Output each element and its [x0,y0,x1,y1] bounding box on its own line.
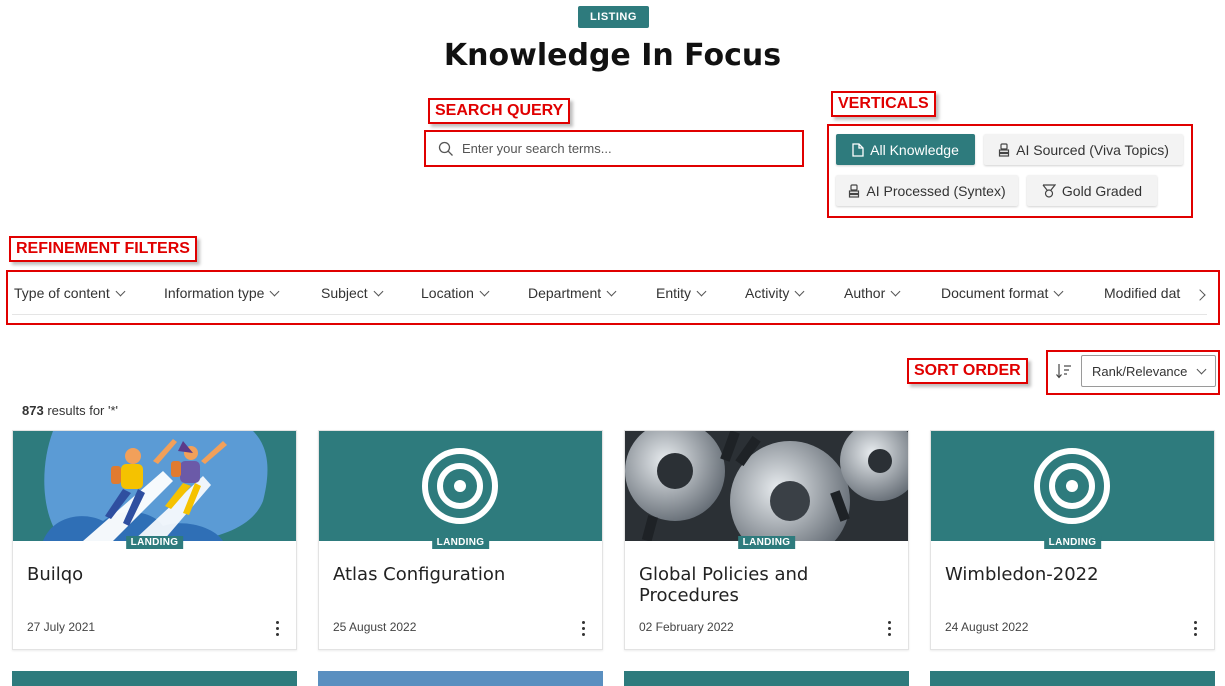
result-card[interactable]: LANDING Wimbledon-2022 24 August 2022 [930,430,1215,650]
people-flying-illustration [13,431,296,541]
document-icon [852,142,864,157]
filter-type-of-content[interactable]: Type of content [14,285,126,301]
annotation-sort-order: SORT ORDER [907,358,1028,384]
search-icon [438,141,453,156]
vertical-label: Gold Graded [1061,182,1143,199]
filter-modified-date[interactable]: Modified dat [1104,285,1180,301]
card-image [319,431,602,541]
card-badge: LANDING [125,536,184,549]
vertical-label: AI Processed (Syntex) [866,182,1006,199]
card-title[interactable]: Wimbledon-2022 [945,564,1099,585]
vertical-label: All Knowledge [870,141,959,158]
filter-entity[interactable]: Entity [656,285,707,301]
sort-dropdown[interactable]: Rank/Relevance [1081,355,1216,387]
listing-badge: LISTING [578,6,649,28]
result-card-partial[interactable] [318,671,603,686]
chevron-down-icon [479,286,490,296]
page-title: Knowledge In Focus [443,38,782,73]
card-title[interactable]: Atlas Configuration [333,564,505,585]
target-icon [931,431,1214,541]
vertical-ai-processed[interactable]: AI Processed (Syntex) [836,175,1018,206]
card-title[interactable]: Global Policies and Procedures [639,564,908,606]
filter-subject[interactable]: Subject [321,285,384,301]
filter-department[interactable]: Department [528,285,617,301]
result-card[interactable]: LANDING Global Policies and Procedures 0… [624,430,909,650]
more-options-icon[interactable] [888,621,892,636]
sort-selected-value: Rank/Relevance [1092,363,1188,379]
results-count: 873 results for '*' [22,403,119,418]
search-input[interactable] [462,141,782,156]
filter-activity[interactable]: Activity [745,285,805,301]
stack-icon [849,183,860,198]
card-title[interactable]: Builqo [27,564,83,585]
target-icon [319,431,602,541]
result-card-partial[interactable] [12,671,297,686]
filter-location[interactable]: Location [421,285,490,301]
card-image [13,431,296,541]
annotation-refinement-filters: REFINEMENT FILTERS [9,236,197,262]
vertical-all-knowledge[interactable]: All Knowledge [836,134,975,165]
sort-direction-button[interactable] [1056,362,1072,380]
card-badge: LANDING [737,536,796,549]
annotation-verticals: VERTICALS [831,91,936,117]
result-card[interactable]: LANDING Builqo 27 July 2021 [12,430,297,650]
card-badge: LANDING [431,536,490,549]
chevron-down-icon [890,286,901,296]
card-date: 02 February 2022 [639,620,734,634]
chevron-down-icon [794,286,805,296]
vertical-gold-graded[interactable]: Gold Graded [1027,175,1157,206]
card-image [931,431,1214,541]
annotation-search-query: SEARCH QUERY [428,98,571,124]
sort-icon [1056,364,1071,379]
card-date: 24 August 2022 [945,620,1029,634]
chevron-down-icon [1196,364,1207,374]
more-options-icon[interactable] [276,621,280,636]
result-card-partial[interactable] [624,671,909,686]
search-box[interactable] [428,133,802,164]
medal-icon [1042,183,1056,198]
card-date: 27 July 2021 [27,620,96,634]
gears-photo [625,431,908,541]
chevron-down-icon [1053,286,1064,296]
filter-divider [12,314,1207,315]
vertical-ai-sourced[interactable]: AI Sourced (Viva Topics) [984,134,1183,165]
chevron-down-icon [269,286,280,296]
card-date: 25 August 2022 [333,620,417,634]
card-badge: LANDING [1043,536,1102,549]
more-options-icon[interactable] [582,621,586,636]
chevron-down-icon [373,286,384,296]
filter-document-format[interactable]: Document format [941,285,1064,301]
filter-author[interactable]: Author [844,285,901,301]
chevron-down-icon [606,286,617,296]
card-image [625,431,908,541]
chevron-down-icon [696,286,707,296]
result-card-partial[interactable] [930,671,1215,686]
filter-information-type[interactable]: Information type [164,285,280,301]
more-options-icon[interactable] [1194,621,1198,636]
vertical-label: AI Sourced (Viva Topics) [1016,141,1169,158]
result-card[interactable]: LANDING Atlas Configuration 25 August 20… [318,430,603,650]
scroll-right-button[interactable] [1193,287,1207,303]
chevron-down-icon [115,286,126,296]
chevron-right-icon [1194,289,1206,301]
stack-icon [999,142,1010,157]
